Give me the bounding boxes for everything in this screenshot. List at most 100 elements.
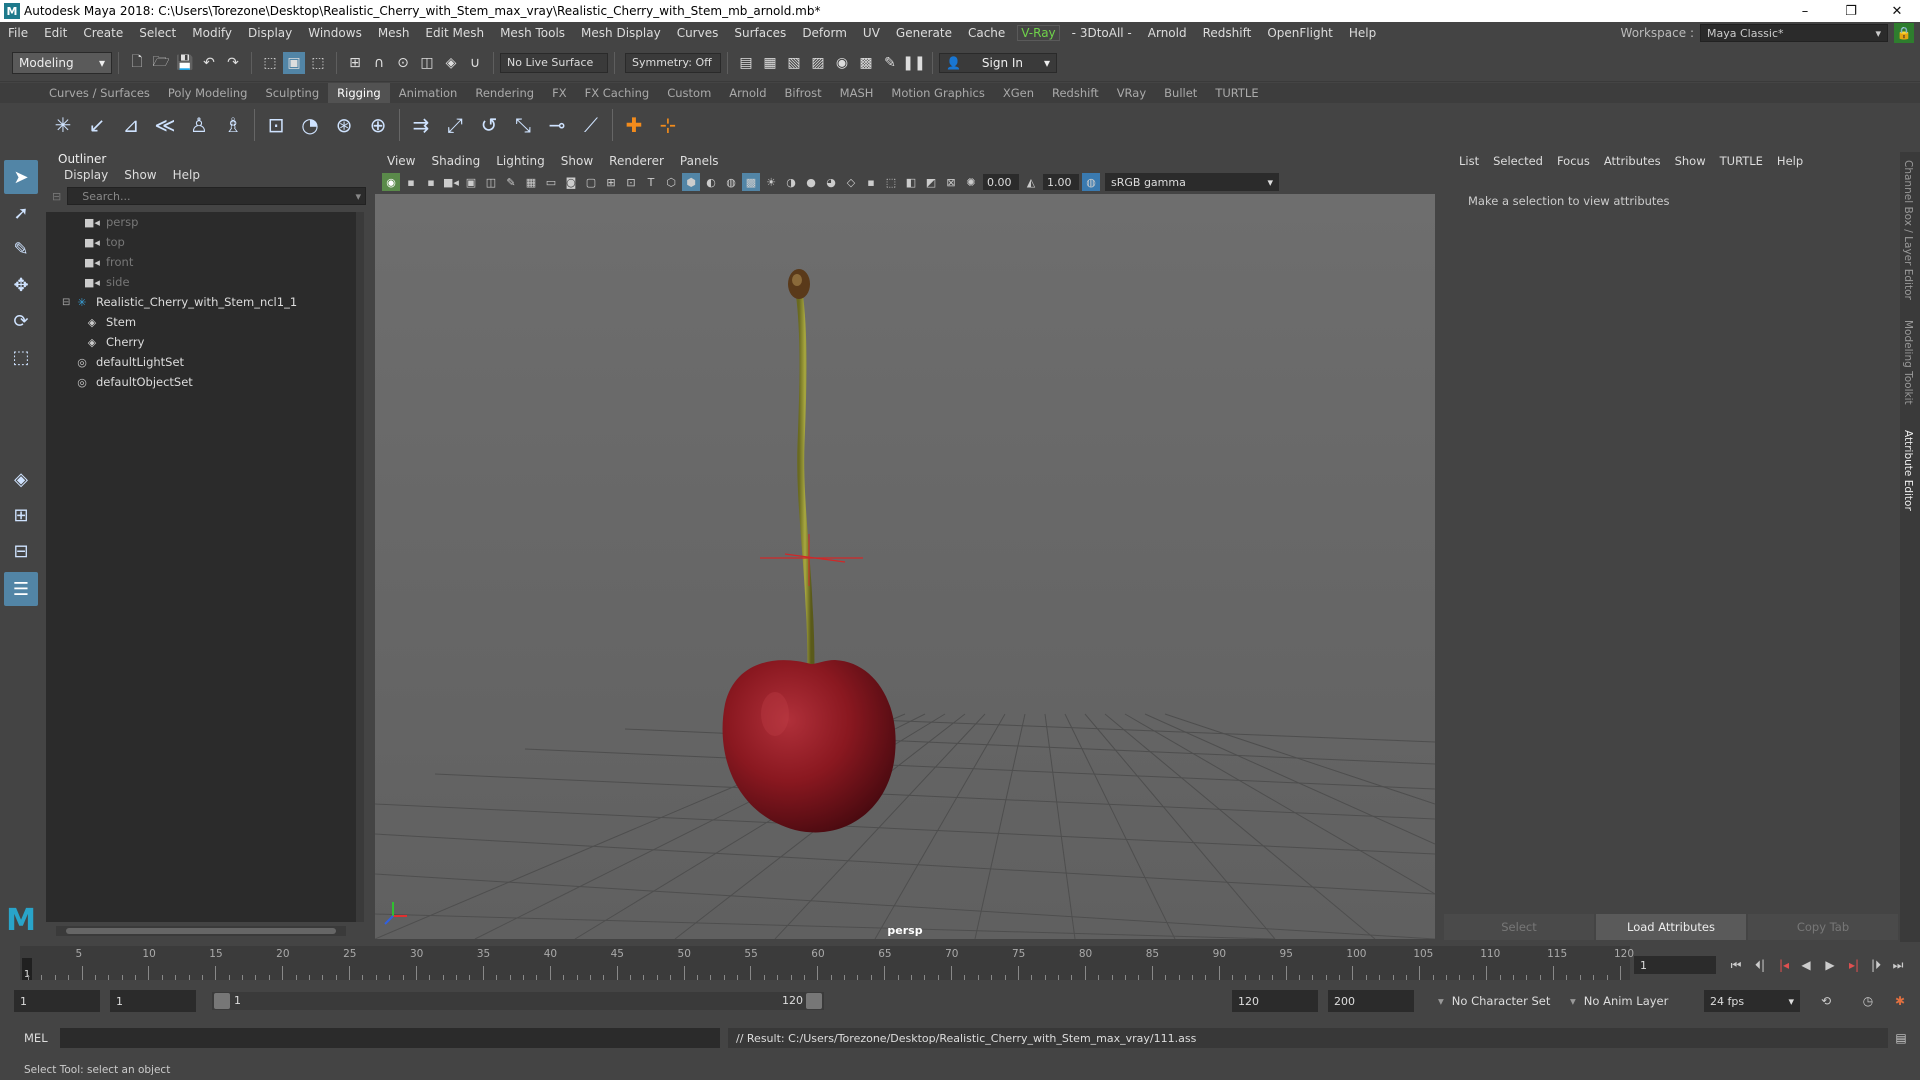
viewport-menu-show[interactable]: Show <box>553 154 601 168</box>
shelf-tab-redshift[interactable]: Redshift <box>1043 83 1108 103</box>
menu-3dtoall[interactable]: - 3DtoAll - <box>1064 26 1140 40</box>
outliner-item-default-light-set[interactable]: ◎ defaultLightSet <box>46 352 356 372</box>
menu-file[interactable]: File <box>0 26 36 40</box>
shelf-tab-fx[interactable]: FX <box>543 83 576 103</box>
menu-redshift[interactable]: Redshift <box>1195 26 1260 40</box>
minimize-button[interactable]: – <box>1782 0 1828 22</box>
snap-point-icon[interactable]: ⊙ <box>392 52 414 74</box>
xray-components-icon[interactable]: ⊠ <box>942 173 960 191</box>
joint-locator-icon[interactable]: ⊹ <box>652 109 684 141</box>
menu-mesh-display[interactable]: Mesh Display <box>573 26 669 40</box>
scene-start-field[interactable]: 1 <box>14 990 100 1012</box>
shelf-tab-curves-surfaces[interactable]: Curves / Surfaces <box>40 83 159 103</box>
lattice-icon[interactable]: ⊛ <box>328 109 360 141</box>
menu-windows[interactable]: Windows <box>300 26 370 40</box>
outliner-item-persp[interactable]: ■◂ persp <box>46 212 356 232</box>
playback-end-field[interactable]: 120 <box>1232 990 1318 1012</box>
auto-key-icon[interactable]: ◷ <box>1858 992 1878 1010</box>
close-button[interactable]: ✕ <box>1874 0 1920 22</box>
pause-icon[interactable]: ❚❚ <box>902 52 925 74</box>
aim-constraint-icon[interactable]: ⊸ <box>541 109 573 141</box>
lasso-tool-icon[interactable]: ➚ <box>4 196 38 230</box>
menu-create[interactable]: Create <box>75 26 131 40</box>
exposure-icon[interactable]: ✺ <box>962 173 980 191</box>
camera-attributes-icon[interactable]: ▪ <box>402 173 420 191</box>
film-gate-icon[interactable]: ▭ <box>542 173 560 191</box>
shelf-tab-sculpting[interactable]: Sculpting <box>256 83 328 103</box>
point-constraint-icon[interactable]: ⤢ <box>439 109 471 141</box>
menu-cache[interactable]: Cache <box>960 26 1013 40</box>
snap-view-icon[interactable]: ◫ <box>416 52 438 74</box>
shelf-tab-motion-graphics[interactable]: Motion Graphics <box>882 83 993 103</box>
load-attributes-button[interactable]: Load Attributes <box>1596 914 1746 940</box>
2d-pan-zoom-icon[interactable]: ◫ <box>482 173 500 191</box>
shelf-tab-vray[interactable]: VRay <box>1108 83 1155 103</box>
field-chart-icon[interactable]: ⊞ <box>602 173 620 191</box>
viewport-menu-lighting[interactable]: Lighting <box>488 154 553 168</box>
tab-attribute-editor[interactable]: Attribute Editor <box>1902 430 1914 511</box>
safe-action-icon[interactable]: ⊡ <box>622 173 640 191</box>
outliner-item-default-object-set[interactable]: ◎ defaultObjectSet <box>46 372 356 392</box>
shelf-tab-custom[interactable]: Custom <box>658 83 720 103</box>
shadows-icon[interactable]: ◑ <box>782 173 800 191</box>
select-button[interactable]: Select <box>1444 914 1594 940</box>
outliner-item-group[interactable]: ⊟ ✳ Realistic_Cherry_with_Stem_ncl1_1 <box>46 292 356 312</box>
rotate-tool-icon[interactable]: ⟳ <box>4 304 38 338</box>
collapse-icon[interactable]: ⊟ <box>62 297 74 308</box>
shelf-tab-mash[interactable]: MASH <box>831 83 883 103</box>
undo-icon[interactable]: ↶ <box>198 52 220 74</box>
shelf-tab-xgen[interactable]: XGen <box>994 83 1043 103</box>
go-to-end-icon[interactable]: ⏭ <box>1888 956 1908 974</box>
select-camera-icon[interactable]: ◉ <box>382 173 400 191</box>
viewport-menu-shading[interactable]: Shading <box>423 154 488 168</box>
snap-surface-icon[interactable]: ◈ <box>440 52 462 74</box>
scale-tool-icon[interactable]: ⬚ <box>4 340 38 374</box>
new-scene-icon[interactable]: 🗋 <box>126 52 148 74</box>
camera-icon[interactable]: ■◂ <box>442 173 460 191</box>
render-setup-icon[interactable]: ▩ <box>855 52 877 74</box>
textured-icon[interactable]: ▩ <box>742 173 760 191</box>
ae-menu-turtle[interactable]: TURTLE <box>1713 154 1770 168</box>
outliner-horizontal-scrollbar[interactable] <box>56 926 346 936</box>
copy-tab-button[interactable]: Copy Tab <box>1748 914 1898 940</box>
ae-menu-list[interactable]: List <box>1452 154 1486 168</box>
viewport-menu-view[interactable]: View <box>379 154 423 168</box>
time-slider-track[interactable]: 1 5 10 15 20 25 30 35 40 45 50 55 60 65 70 75 80 85 90 95 1… <box>20 946 1634 980</box>
3d-viewport[interactable]: persp <box>375 194 1435 939</box>
menu-select[interactable]: Select <box>131 26 184 40</box>
viewport-menu-renderer[interactable]: Renderer <box>601 154 672 168</box>
menu-surfaces[interactable]: Surfaces <box>726 26 794 40</box>
locator-icon[interactable]: ✚ <box>618 109 650 141</box>
menu-curves[interactable]: Curves <box>669 26 727 40</box>
wireframe-icon[interactable]: ⬡ <box>662 173 680 191</box>
menu-mesh[interactable]: Mesh <box>370 26 418 40</box>
image-plane-icon[interactable]: ▣ <box>462 173 480 191</box>
character-set-select[interactable]: ▾ No Character Set <box>1430 990 1564 1012</box>
skeleton-icon[interactable]: ♙ <box>183 109 215 141</box>
two-view-layout-icon[interactable]: ⊟ <box>4 534 38 568</box>
shelf-tab-bullet[interactable]: Bullet <box>1155 83 1206 103</box>
step-back-icon[interactable]: ⏴| <box>1750 956 1770 974</box>
menu-edit[interactable]: Edit <box>36 26 75 40</box>
range-bar[interactable]: 1 120 <box>212 992 824 1010</box>
menu-mesh-tools[interactable]: Mesh Tools <box>492 26 573 40</box>
current-frame-field[interactable]: 1 <box>1634 956 1716 974</box>
view-transform-select[interactable]: sRGB gamma ▾ <box>1105 173 1279 191</box>
step-back-key-icon[interactable]: |◂ <box>1774 956 1794 974</box>
shelf-tab-turtle[interactable]: TURTLE <box>1206 83 1267 103</box>
anim-layer-select[interactable]: ▾ No Anim Layer <box>1562 990 1692 1012</box>
xray-joints-icon[interactable]: ◩ <box>922 173 940 191</box>
menu-uv[interactable]: UV <box>855 26 888 40</box>
outliner-menu-display[interactable]: Display <box>56 168 116 186</box>
menu-generate[interactable]: Generate <box>888 26 960 40</box>
script-language-toggle[interactable]: MEL <box>14 1028 58 1048</box>
ae-menu-attributes[interactable]: Attributes <box>1597 154 1668 168</box>
menu-display[interactable]: Display <box>240 26 300 40</box>
command-input[interactable] <box>60 1028 720 1048</box>
motion-blur-icon[interactable]: ◕ <box>822 173 840 191</box>
ipr-render-icon[interactable]: ▧ <box>783 52 805 74</box>
outliner-item-front[interactable]: ■◂ front <box>46 252 356 272</box>
ae-menu-focus[interactable]: Focus <box>1550 154 1597 168</box>
outliner-item-top[interactable]: ■◂ top <box>46 232 356 252</box>
gate-mask-icon[interactable]: ▢ <box>582 173 600 191</box>
